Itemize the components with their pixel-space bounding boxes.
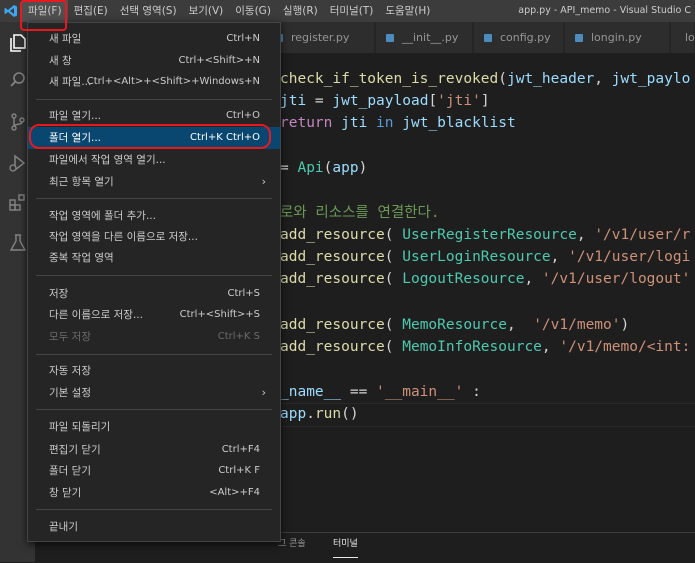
tab-register[interactable]: register.py <box>265 22 375 53</box>
code-line: add_resource( UserRegisterResource, '/v1… <box>280 227 691 243</box>
tab-label: longin.py <box>591 31 642 44</box>
vscode-logo-icon <box>0 0 22 22</box>
tab-label: register.py <box>291 31 350 44</box>
code-line: add_resource( UserLoginResource, '/v1/us… <box>280 249 691 265</box>
menu-item-open-recent[interactable]: 최근 항목 열기 › <box>28 171 280 193</box>
menu-help[interactable]: 도움말(H) <box>379 0 436 22</box>
file-menu-dropdown: 새 파일 Ctrl+N 새 창 Ctrl+<Shift>+N 새 파일... Ctrl… <box>27 22 281 542</box>
code-line: return jti in jwt_blacklist <box>280 115 516 131</box>
tab-label: lo <box>685 31 695 44</box>
code-line: app.run() <box>280 406 359 422</box>
explorer-icon[interactable] <box>7 32 29 54</box>
menu-item-add-folder-to-workspace[interactable]: 작업 영역에 폴더 추가... <box>28 205 280 227</box>
menu-separator <box>36 99 272 100</box>
panel-tab-debug-console[interactable]: 그 콘솔 <box>278 533 306 557</box>
extensions-icon[interactable] <box>7 192 29 214</box>
menu-item-new-file[interactable]: 새 파일 Ctrl+N <box>28 28 280 50</box>
run-debug-icon[interactable] <box>7 152 29 174</box>
tab-init[interactable]: __init__.py <box>376 22 473 53</box>
menu-separator <box>36 198 272 199</box>
code-line: add_resource( MemoResource, '/v1/memo') <box>280 317 630 333</box>
menu-item-open-workspace-from-file[interactable]: 파일에서 작업 영역 열기... <box>28 149 280 171</box>
annotation-highlight-file-menu <box>20 0 67 31</box>
menu-view[interactable]: 보기(V) <box>183 0 230 22</box>
menu-go[interactable]: 이동(G) <box>229 0 277 22</box>
code-comment: 로와 리소스를 연결한다. <box>280 205 440 221</box>
panel-tab-terminal[interactable]: 터미널 <box>333 533 358 558</box>
code-line: jti = jwt_payload['jti'] <box>280 93 490 109</box>
menu-item-close-window[interactable]: 창 닫기 <Alt>+F4 <box>28 482 280 504</box>
code-line: = Api(app) <box>280 160 368 176</box>
menu-selection[interactable]: 선택 영역(S) <box>114 0 183 22</box>
menu-item-exit[interactable]: 끝내기 <box>28 516 280 538</box>
source-control-icon[interactable] <box>7 111 29 133</box>
tab-label: __init__.py <box>402 31 459 44</box>
window-title: app.py - API_memo - Visual Studio C <box>518 5 691 16</box>
python-file-icon <box>484 34 492 42</box>
menu-item-close-editor[interactable]: 편집기 닫기 Ctrl+F4 <box>28 439 280 461</box>
python-file-icon <box>575 34 583 42</box>
tab-config[interactable]: config.py <box>474 22 564 53</box>
menu-item-new-file-with[interactable]: 새 파일... Ctrl+<Alt>+<Shift>+Windows+N <box>28 71 280 93</box>
code-line: _name__ == '__main__' : <box>280 384 481 400</box>
tab-longin[interactable]: longin.py <box>565 22 670 53</box>
menu-separator <box>36 409 272 410</box>
tab-label: config.py <box>500 31 551 44</box>
menu-separator <box>36 354 272 355</box>
menu-item-revert-file[interactable]: 파일 되돌리기 <box>28 416 280 438</box>
testing-icon[interactable] <box>7 232 29 254</box>
menu-edit[interactable]: 편집(E) <box>68 0 114 22</box>
code-line: add_resource( MemoInfoResource, '/v1/mem… <box>280 339 691 355</box>
menu-item-save-workspace-as[interactable]: 작업 영역을 다른 이름으로 저장... <box>28 226 280 248</box>
tab-lo[interactable]: lo <box>671 22 695 53</box>
chevron-right-icon: › <box>261 386 266 399</box>
menu-item-save-all: 모두 저장 Ctrl+K S <box>49 331 260 343</box>
menu-item-preferences[interactable]: 기본 설정 › <box>28 382 280 404</box>
menu-item-close-folder[interactable]: 폴더 닫기 Ctrl+K F <box>28 460 280 482</box>
chevron-right-icon: › <box>261 175 266 188</box>
code-line: check_if_token_is_revoked(jwt_header, jw… <box>280 71 691 87</box>
menu-item-new-window[interactable]: 새 창 Ctrl+<Shift>+N <box>28 50 280 72</box>
menu-separator <box>36 509 272 510</box>
menu-item-auto-save[interactable]: 자동 저장 <box>28 360 280 382</box>
search-icon[interactable] <box>7 69 29 91</box>
menu-run[interactable]: 실행(R) <box>277 0 324 22</box>
menu-terminal[interactable]: 터미널(T) <box>324 0 380 22</box>
menu-separator <box>36 275 272 276</box>
python-file-icon <box>386 34 394 42</box>
code-line: add_resource( LogoutResource, '/v1/user/… <box>280 271 691 287</box>
title-bar: 파일(F) 편집(E) 선택 영역(S) 보기(V) 이동(G) 실행(R) 터… <box>0 0 695 22</box>
menu-item-save[interactable]: 저장 Ctrl+S <box>28 283 280 305</box>
menu-item-duplicate-workspace[interactable]: 중복 작업 영역 <box>28 247 280 269</box>
annotation-highlight-open-folder <box>29 124 271 149</box>
menu-item-save-as[interactable]: 다른 이름으로 저장... Ctrl+<Shift>+S <box>28 304 280 326</box>
